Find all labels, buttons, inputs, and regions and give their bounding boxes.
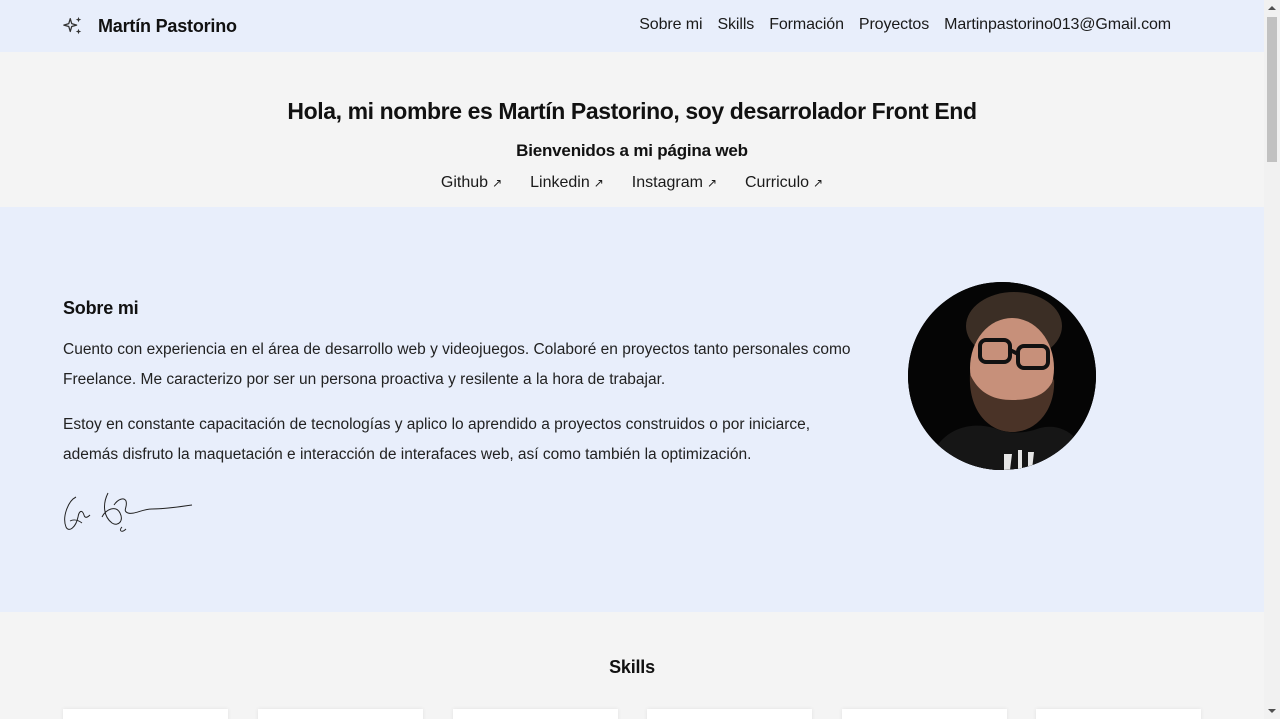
skill-card bbox=[63, 709, 228, 719]
instagram-link-label: Instagram bbox=[631, 174, 703, 191]
sparkles-icon bbox=[63, 16, 82, 35]
skill-card bbox=[1036, 709, 1201, 719]
nav-link-skills[interactable]: Skills bbox=[717, 16, 754, 34]
nav-link-sobre-mi[interactable]: Sobre mi bbox=[639, 16, 702, 34]
nav-link-proyectos[interactable]: Proyectos bbox=[859, 16, 929, 34]
hero-title: Hola, mi nombre es Martín Pastorino, soy… bbox=[287, 98, 977, 124]
about-paragraph: Estoy en constante capacitación de tecno… bbox=[63, 416, 811, 463]
scrollbar-thumb[interactable] bbox=[1267, 17, 1277, 162]
curriculo-link[interactable]: Curriculo ↗ bbox=[745, 174, 823, 192]
nav-link-formacion[interactable]: Formación bbox=[769, 16, 844, 34]
profile-photo bbox=[908, 282, 1096, 470]
scroll-up-icon[interactable] bbox=[1264, 0, 1280, 16]
social-links: Github ↗ Linkedin ↗ Instagram ↗ Curricul… bbox=[0, 174, 1264, 192]
profile-photo-illustration bbox=[908, 282, 1096, 470]
github-link[interactable]: Github ↗ bbox=[441, 174, 502, 192]
skill-card bbox=[258, 709, 423, 719]
arrow-up-right-icon: ↗ bbox=[813, 176, 824, 190]
skills-heading: Skills bbox=[609, 657, 655, 677]
github-link-label: Github bbox=[440, 174, 489, 191]
about-section: Sobre mi Cuento con experiencia en el ár… bbox=[0, 207, 1264, 612]
linkedin-link-label: Linkedin bbox=[530, 174, 590, 191]
hero-section: Hola, mi nombre es Martín Pastorino, soy… bbox=[0, 52, 1264, 207]
arrow-up-right-icon: ↗ bbox=[706, 176, 717, 190]
arrow-up-right-icon: ↗ bbox=[492, 176, 503, 190]
curriculo-link-label: Curriculo bbox=[745, 174, 810, 191]
skill-card bbox=[453, 709, 618, 719]
brand-name: Martín Pastorino bbox=[98, 15, 237, 36]
skills-section: Skills bbox=[0, 612, 1264, 719]
brand[interactable]: Martín Pastorino bbox=[62, 14, 237, 38]
arrow-up-right-icon: ↗ bbox=[593, 176, 604, 190]
about-heading: Sobre mi bbox=[63, 298, 139, 318]
linkedin-link[interactable]: Linkedin ↗ bbox=[530, 174, 604, 192]
scroll-down-icon[interactable] bbox=[1264, 703, 1280, 719]
instagram-link[interactable]: Instagram ↗ bbox=[632, 174, 717, 192]
page: Martín Pastorino Sobre mi Skills Formaci… bbox=[0, 0, 1264, 719]
vertical-scrollbar[interactable] bbox=[1264, 0, 1280, 719]
about-paragraph: Cuento con experiencia en el área de des… bbox=[63, 341, 851, 388]
signature-image bbox=[64, 492, 193, 532]
nav-link-email[interactable]: Martinpastorino013@Gmail.com bbox=[944, 16, 1171, 34]
skill-card bbox=[647, 709, 812, 719]
hero-subtitle: Bienvenidos a mi página web bbox=[516, 141, 748, 160]
top-navigation: Martín Pastorino Sobre mi Skills Formaci… bbox=[0, 0, 1264, 52]
skill-card bbox=[842, 709, 1007, 719]
nav-links: Sobre mi Skills Formación Proyectos Mart… bbox=[624, 16, 1171, 34]
